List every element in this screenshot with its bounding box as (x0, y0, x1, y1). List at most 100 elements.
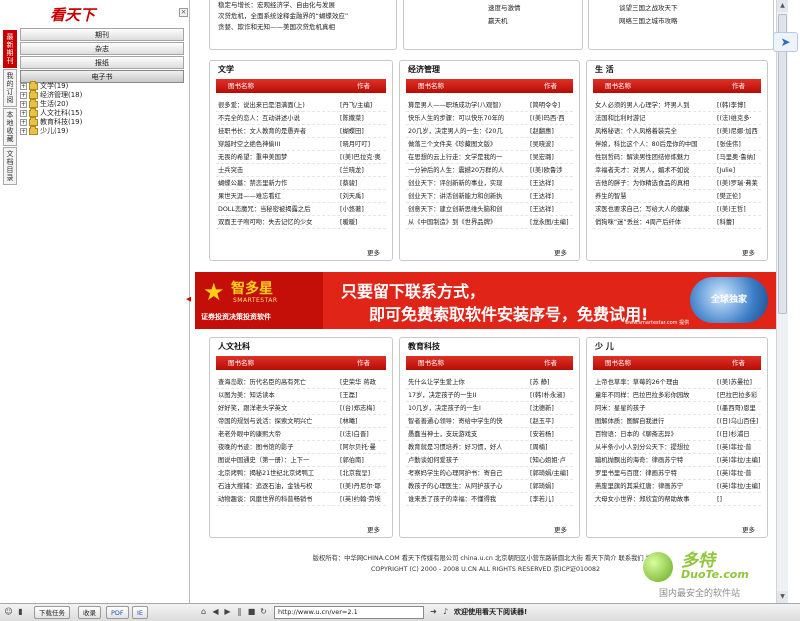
book-row[interactable]: 在思想的云上行走：文学是我的一 [吴宏璐] (406, 151, 573, 164)
top-link[interactable]: 谈望三国之战攻天下 (619, 3, 678, 14)
book-title[interactable]: 罗里书里与百度：律画苏宁特 (595, 467, 715, 479)
book-row[interactable]: 法国和比利时游记 [(法)维克多· (593, 112, 761, 125)
book-row[interactable]: 图说中国通史（第一册）：上下一 [郭伯南] (216, 454, 386, 467)
book-title[interactable]: 伴娘，科比这个人：80后是你的中国 (595, 138, 715, 150)
book-title[interactable]: 以图为美：知话读本 (218, 389, 338, 401)
book-title[interactable]: 夜晚的书迹：图书馆的影子 (218, 441, 338, 453)
book-title[interactable]: 20几岁，决定男人的一生：《20几 (408, 125, 528, 137)
home-icon[interactable]: ⌂ (198, 606, 209, 617)
book-row[interactable]: 大母女小世界：郑欣宜的帮助故事[] (593, 493, 761, 506)
book-title[interactable]: 无畏的希望：重申美国梦 (218, 151, 338, 163)
book-row[interactable]: 好好笑，跟洋老头学英文 [(台)郑志梅] (216, 402, 386, 415)
book-title[interactable]: 俏狗咪“迷”丢丝：4周产后纤体 (595, 216, 715, 228)
close-sidebar-button[interactable]: × (179, 8, 188, 17)
book-row[interactable]: 愚蠢当神士，支玩游戏支 [安若杨] (406, 428, 573, 441)
book-row[interactable]: 以图为美：知话读本 [王磊] (216, 389, 386, 402)
more-link[interactable]: 更多 (554, 524, 567, 534)
top-link[interactable]: 稳定与增长：宏观经济学、自由化与发展 (218, 0, 335, 11)
top-link[interactable]: 次贷危机，全面系统诠释金融界的“蝴蝶效应” (218, 11, 348, 22)
book-title[interactable]: 挂职书长：文人教育的是愚弄者 (218, 125, 338, 137)
book-row[interactable]: 俏狗咪“迷”丢丝：4周产后纤体 [科蕾] (593, 216, 761, 229)
book-row[interactable]: 考察妈学生的心理阿护书：寄自己 [郭琦娟/主编] (406, 467, 573, 480)
vtab-subscriptions[interactable]: 我的订阅 (3, 69, 17, 107)
book-row[interactable]: 蹦机抛飘出的海奇：律画苏宁特 [(英)菲拉/主编] (593, 454, 761, 467)
book-title[interactable]: 法国和比利时游记 (595, 112, 715, 124)
book-row[interactable]: 创业天下：评创新新的事业，实现 [王达祥] (406, 177, 573, 190)
more-link[interactable]: 更多 (367, 524, 380, 534)
book-row[interactable]: 17岁，决定孩子的一生II [(韩)朴永淑] (406, 389, 573, 402)
book-title[interactable]: 大母女小世界：郑欣宜的帮助故事 (595, 493, 715, 505)
more-link[interactable]: 更多 (742, 247, 755, 257)
vtab-local-favorites[interactable]: 本地收藏 (3, 108, 17, 146)
top-link[interactable]: 速度与激情 (488, 3, 521, 14)
ad-banner[interactable]: ★ 智多星 SMARTESTAR 证券投资决策投资软件 只要留下联系方式， 即可… (195, 272, 776, 329)
more-link[interactable]: 更多 (554, 247, 567, 257)
book-row[interactable]: 智者善通心领导：寄给中学生的快 [赵玉平] (406, 415, 573, 428)
tree-item-humanities[interactable]: + 人文社科(15) (20, 108, 184, 118)
expand-icon[interactable]: + (20, 92, 27, 99)
book-row[interactable]: 士兵突击 [兰晓龙] (216, 164, 386, 177)
book-title[interactable]: 双面王子吻可吻：失去记忆的少女 (218, 216, 338, 228)
book-row[interactable]: 20几岁，决定男人的一生：《20几 [赵翻惠] (406, 125, 573, 138)
more-link[interactable]: 更多 (742, 524, 755, 534)
book-title[interactable]: 一分钟后的人生：震撼20万群的人 (408, 164, 528, 176)
book-row[interactable]: 10几岁，决定孩子的一生I [沈德新] (406, 402, 573, 415)
expand-icon[interactable]: + (20, 83, 27, 90)
book-row[interactable]: 北京烤鸭：揭秘21世纪北京烤鸭工 [北京我呈] (216, 467, 386, 480)
book-title[interactable]: 上帝也草率：草莓的26个理由 (595, 376, 715, 388)
book-row[interactable]: 燕废里旗的其采红唐：律画苏宁 [(英)菲拉/主编] (593, 480, 761, 493)
book-title[interactable]: 百物语：日本的《聊斋志异》 (595, 428, 715, 440)
download-tasks-button[interactable]: 下载任务 (34, 606, 70, 619)
scroll-thumb[interactable] (778, 14, 787, 314)
back-icon[interactable]: ◀ (210, 606, 221, 617)
tree-item-education[interactable]: + 教育科技(19) (20, 117, 184, 127)
book-row[interactable]: 无畏的希望：重申美国梦 [(美)巴拉克·奥 (216, 151, 386, 164)
vtab-latest[interactable]: 最新期刊 (3, 30, 17, 68)
expand-icon[interactable]: + (20, 119, 27, 126)
book-row[interactable]: 查海岛歌：历代名臣的高有死亡 [史荣华 蒋政 (216, 376, 386, 389)
book-title[interactable]: 老老外眼中的康熙大帝 (218, 428, 338, 440)
book-row[interactable]: 做落三个文件夹《珍藏图文版》 [吴晓波] (406, 138, 573, 151)
book-title[interactable]: 养生的智慧 (595, 190, 715, 202)
stop-icon[interactable]: ■ (246, 606, 257, 617)
vertical-scrollbar[interactable]: ▲ ▼ (776, 0, 788, 603)
book-row[interactable]: 上帝也草率：草莓的26个理由 [(美)苏曼拉] (593, 376, 761, 389)
top-link[interactable]: 网络三国之城市攻略 (619, 16, 678, 27)
book-title[interactable]: 查海岛歌：历代名臣的高有死亡 (218, 376, 338, 388)
top-link[interactable]: 贪婪、欺诈和无知——美国次贷危机真相 (218, 22, 335, 33)
go-icon[interactable]: ➜ (428, 606, 439, 617)
book-row[interactable]: 教孩子的心理医生：从阿护孩子心 [郭琦娟] (406, 480, 573, 493)
book-title[interactable]: 帝国的规划与说活：探索文明兴亡 (218, 415, 338, 427)
ie-button[interactable]: IE (132, 606, 149, 619)
book-title[interactable]: 女人必须的男人心理学：坏男人到 (595, 99, 715, 111)
book-title[interactable]: 先什么让学生爱上你 (408, 376, 528, 388)
book-title[interactable]: 教育就是习惯培养：好习惯，好人 (408, 441, 528, 453)
book-row[interactable]: 吉他的胖子：为你精选食品的真相 [(美)罗瑞·弗莱 (593, 177, 761, 190)
book-row[interactable]: 动物趣谈：风靡世界的科普畅销书 [(英)约翰·劳埃 (216, 493, 386, 506)
pause-icon[interactable]: ‖ (234, 606, 245, 617)
book-title[interactable]: 创意天下：建立创新思维头脑和创 (408, 203, 528, 215)
book-title[interactable]: 果世天涯——难忘看红 (218, 190, 338, 202)
book-title[interactable]: 10几岁，决定孩子的一生I (408, 402, 528, 414)
book-title[interactable]: 智者善通心领导：寄给中学生的快 (408, 415, 528, 427)
book-title[interactable]: 求医也要求自己：写给大人的健康 (595, 203, 715, 215)
speaker-icon[interactable]: ♪ (440, 606, 451, 617)
book-title[interactable]: 穿越时空之绝色神偷III (218, 138, 338, 150)
book-row[interactable]: 帝国的规划与说活：探索文明兴亡 [林曦] (216, 415, 386, 428)
book-row[interactable]: 夜晚的书迹：图书馆的影子 [阿尔贝托·曼 (216, 441, 386, 454)
book-row[interactable]: DOLL恋魔咒：当秘密被揭露之后 [小悠著] (216, 203, 386, 216)
top-link[interactable]: 赢天机 (488, 16, 508, 27)
book-row[interactable]: 谁来丢了孩子的幸福：不懂得我 [李若儿] (406, 493, 573, 506)
book-title[interactable]: 卢勤谈如何爱孩子 (408, 454, 528, 466)
book-title[interactable]: 很多爱：说出来已是泪满面(上) (218, 99, 338, 111)
book-row[interactable]: 童年不同样：巴拉巴拉多彩你园故 [巴拉巴拉多彩 (593, 389, 761, 402)
book-title[interactable]: 好好笑，跟洋老头学英文 (218, 402, 338, 414)
book-title[interactable]: 图说中国通史（第一册）：上下一 (218, 454, 338, 466)
book-title[interactable]: 从半条小小人别分公天下：提想拉 (595, 441, 715, 453)
book-row[interactable]: 卢勤谈如何爱孩子 [知心姐姐·卢 (406, 454, 573, 467)
book-title[interactable]: 动物趣谈：风靡世界的科普畅销书 (218, 493, 338, 505)
book-title[interactable]: 创业天下：评创新新的事业，实现 (408, 177, 528, 189)
book-title[interactable]: 愚蠢当神士，支玩游戏支 (408, 428, 528, 440)
book-row[interactable]: 不完全的恋人：互动讲述小说 [陈撒菜] (216, 112, 386, 125)
menu-newspapers[interactable]: 报纸 (20, 56, 184, 69)
